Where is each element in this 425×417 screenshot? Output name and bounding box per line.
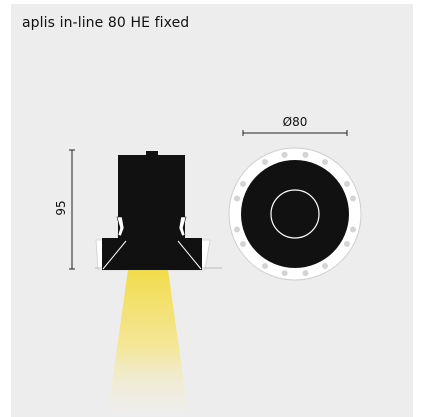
trim-hole — [262, 263, 268, 269]
diameter-dimension-label: Ø80 — [283, 115, 308, 129]
height-dimension-label: 95 — [54, 200, 68, 215]
side-housing — [118, 155, 185, 238]
trim-hole — [322, 263, 328, 269]
trim-hole — [344, 241, 350, 247]
trim-hole — [350, 195, 356, 202]
trim-hole — [240, 241, 246, 247]
trim-hole — [234, 226, 240, 233]
trim-hole — [234, 195, 240, 202]
light-beam — [108, 270, 188, 412]
trim-hole — [281, 151, 288, 158]
trim-hole — [302, 151, 309, 158]
side-bezel — [102, 238, 202, 270]
trim-hole — [344, 181, 350, 187]
technical-drawing: 95 Ø80 — [54, 115, 362, 412]
side-top-tab — [146, 151, 158, 156]
trim-hole — [262, 159, 268, 165]
trim-hole — [281, 270, 288, 277]
trim-hole — [322, 159, 328, 165]
trim-hole — [302, 270, 309, 277]
trim-hole — [240, 181, 246, 187]
trim-hole — [350, 226, 356, 233]
front-body — [241, 160, 349, 268]
